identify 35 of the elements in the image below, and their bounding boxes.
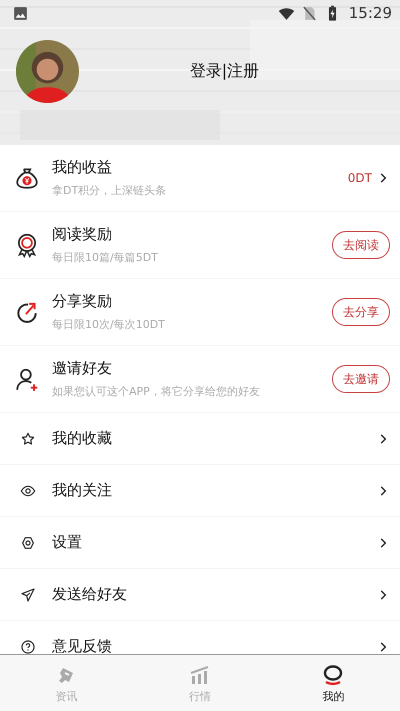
image-icon <box>12 4 29 22</box>
menu-row[interactable]: 我的收藏 <box>0 413 400 465</box>
item-subtitle: 如果您认可这个APP，将它分享给您的好友 <box>52 384 261 399</box>
reward-row[interactable]: 邀请好友 如果您认可这个APP，将它分享给您的好友 去邀请 <box>0 346 400 413</box>
item-subtitle: 每日限10次/每次10DT <box>52 317 166 332</box>
gear-icon <box>20 534 36 550</box>
add-user-icon <box>14 366 40 392</box>
menu-label: 我的收藏 <box>52 429 113 448</box>
item-subtitle: 拿DT积分，上深链头条 <box>52 183 168 198</box>
earnings-value: 0DT <box>348 171 372 185</box>
menu-row[interactable]: 发送给好友 <box>0 569 400 621</box>
help-icon <box>20 638 36 654</box>
clock-time: 15:29 <box>348 4 392 22</box>
action-button[interactable]: 去分享 <box>332 298 390 326</box>
menu-label: 设置 <box>52 533 83 552</box>
item-subtitle: 每日限10篇/每篇5DT <box>52 250 159 265</box>
star-icon <box>20 430 36 446</box>
reward-row[interactable]: 阅读奖励 每日限10篇/每篇5DT 去阅读 <box>0 212 400 279</box>
menu-row[interactable]: 设置 <box>0 517 400 569</box>
menu-label: 我的关注 <box>52 481 113 500</box>
menu-label: 发送给好友 <box>52 585 128 604</box>
login-link[interactable]: 登录|注册 <box>79 61 400 82</box>
item-title: 分享奖励 <box>52 292 113 311</box>
menu-row[interactable]: 我的关注 <box>0 465 400 517</box>
reward-row[interactable]: 我的收益 拿DT积分，上深链头条 0DT <box>0 145 400 212</box>
reward-row[interactable]: 分享奖励 每日限10次/每次10DT 去分享 <box>0 279 400 346</box>
nav-tab[interactable]: 我的 <box>266 655 400 711</box>
item-title: 我的收益 <box>52 158 113 177</box>
menu-label: 意见反馈 <box>52 637 113 654</box>
item-title: 阅读奖励 <box>52 225 113 244</box>
paper-plane-icon <box>20 586 36 602</box>
action-button[interactable]: 去邀请 <box>332 365 390 393</box>
action-button[interactable]: 去阅读 <box>332 231 390 259</box>
item-title: 邀请好友 <box>52 359 113 378</box>
no-sim-icon <box>300 4 318 22</box>
